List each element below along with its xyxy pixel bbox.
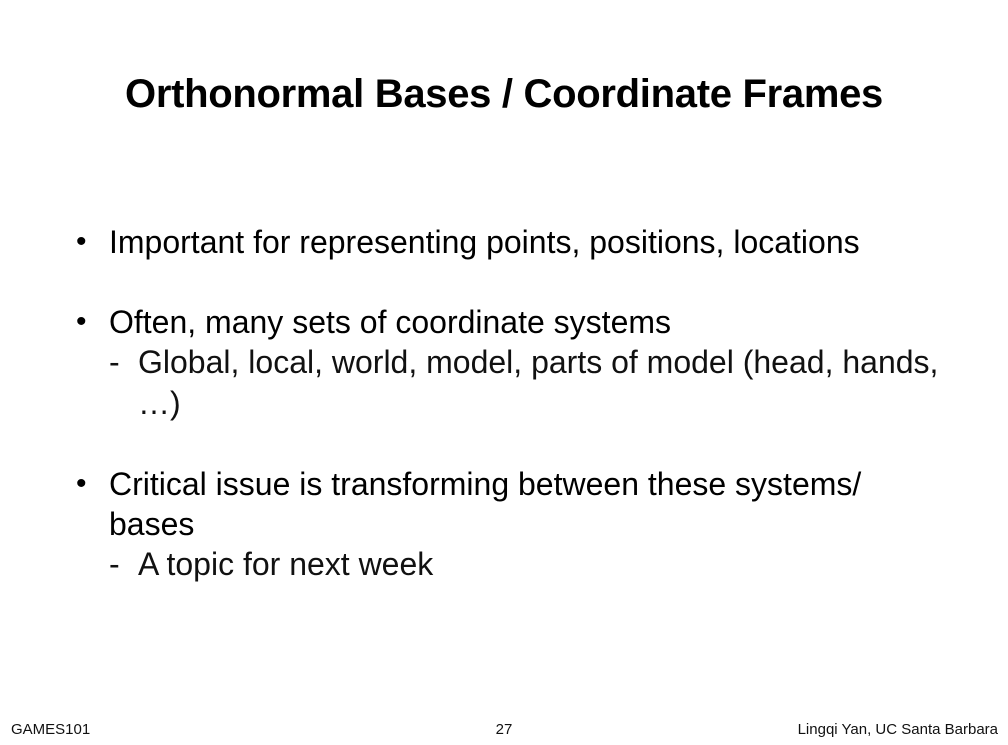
bullet-dot-icon: • [76, 467, 87, 500]
slide-title: Orthonormal Bases / Coordinate Frames [125, 72, 883, 116]
dash-icon: - [109, 344, 120, 380]
dash-icon: - [109, 546, 120, 582]
footer-course: GAMES101 [11, 721, 91, 738]
bullet-text: Important for representing points, posit… [109, 224, 860, 260]
bullet-item: • Important for representing points, pos… [74, 222, 954, 262]
sub-bullet-text: Global, local, world, model, parts of mo… [138, 344, 939, 421]
bullet-dot-icon: • [76, 225, 87, 258]
bullet-item: • Critical issue is transforming between… [74, 464, 954, 585]
bullet-list: • Important for representing points, pos… [74, 222, 954, 585]
sub-bullet-item: - A topic for next week [109, 544, 954, 585]
bullet-dot-icon: • [76, 305, 87, 338]
footer-author: Lingqi Yan, UC Santa Barbara [797, 721, 998, 738]
sub-bullet-item: - Global, local, world, model, parts of … [109, 342, 954, 424]
sub-bullet-list: - A topic for next week [109, 544, 954, 585]
sub-bullet-text: A topic for next week [138, 546, 434, 582]
bullet-text: Often, many sets of coordinate systems [109, 304, 672, 340]
bullet-text: Critical issue is transforming between t… [109, 466, 862, 542]
sub-bullet-list: - Global, local, world, model, parts of … [109, 342, 954, 424]
bullet-item: • Often, many sets of coordinate systems… [74, 302, 954, 424]
